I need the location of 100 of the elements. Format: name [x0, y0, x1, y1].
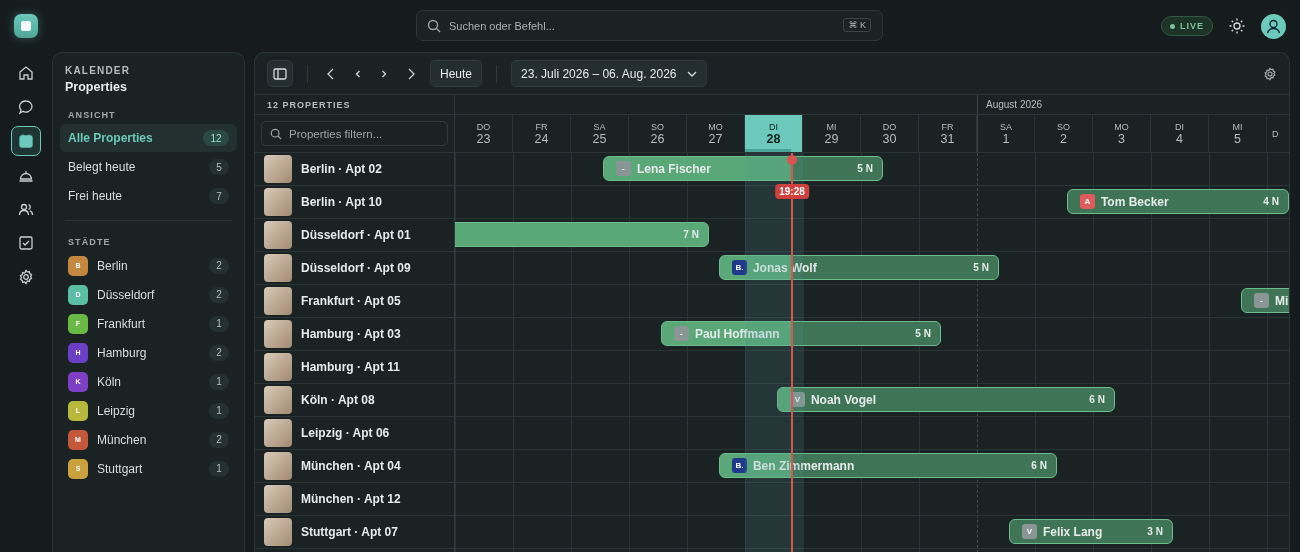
count-badge: 1 [209, 373, 229, 390]
photo-placeholder [264, 452, 292, 480]
day-header[interactable]: SO 26 [629, 115, 687, 152]
view-filter-item[interactable]: Frei heute 7 [60, 182, 237, 210]
property-name: Berlin · Apt 10 [301, 195, 382, 209]
photo-placeholder [264, 287, 292, 315]
chat-icon [18, 99, 34, 115]
day-header[interactable]: SO 2 [1035, 115, 1093, 152]
photo-placeholder [264, 188, 292, 216]
day-header[interactable]: DI 4 [1151, 115, 1209, 152]
next-week-icon[interactable] [406, 67, 416, 80]
day-header[interactable]: DO 30 [861, 115, 919, 152]
nights-count: 5 N [915, 328, 931, 339]
channel-badge: A [1079, 194, 1095, 209]
date-range-dropdown[interactable]: 23. Juli 2026 – 06. Aug. 2026 [511, 60, 707, 87]
guest-name: Noah Vogel [810, 392, 876, 407]
today-button[interactable]: Heute [430, 60, 483, 87]
booking-bar[interactable]: - Paul Hoffmann 5 N [660, 321, 941, 346]
property-row[interactable]: Düsseldorf · Apt 09 [255, 252, 454, 285]
property-row[interactable]: München · Apt 04 [255, 450, 454, 483]
search-icon [427, 19, 441, 33]
city-name: Hamburg [97, 345, 148, 360]
property-row[interactable]: Hamburg · Apt 11 [255, 351, 454, 384]
photo-placeholder [264, 518, 292, 546]
day-header[interactable]: MO 3 [1093, 115, 1151, 152]
photo-placeholder [264, 485, 292, 513]
nights-count: 5 N [973, 262, 989, 273]
property-row[interactable]: München · Apt 12 [255, 483, 454, 516]
day-header[interactable]: FR 24 [513, 115, 571, 152]
property-name: München · Apt 12 [301, 492, 401, 506]
property-row[interactable]: Hamburg · Apt 03 [255, 318, 454, 351]
booking-bar[interactable]: V Felix Lang 3 N [1008, 519, 1173, 544]
city-name: Köln [97, 374, 123, 389]
booking-bar[interactable]: V Noah Vogel 6 N [776, 387, 1115, 412]
previous-week-icon[interactable] [326, 67, 336, 80]
view-label: Alle Properties [68, 131, 153, 145]
view-label: Belegt heute [68, 160, 136, 174]
nav-item[interactable] [11, 126, 41, 156]
view-filter-item[interactable]: Alle Properties 12 [60, 124, 237, 152]
next-day-icon[interactable] [380, 68, 388, 79]
count-badge: 1 [209, 460, 229, 477]
property-name: München · Apt 04 [301, 459, 401, 473]
day-header[interactable]: D [1267, 115, 1287, 152]
view-filter-item[interactable]: Belegt heute 5 [60, 153, 237, 181]
property-filter-field[interactable]: Properties filtern... [261, 121, 448, 146]
month-label: August 2026 [985, 99, 1043, 110]
nights-count: 4 N [1263, 196, 1279, 207]
day-header[interactable]: DI 28 [745, 115, 803, 152]
property-name: Hamburg · Apt 03 [301, 327, 401, 341]
property-row[interactable]: Stuttgart · Apt 07 [255, 516, 454, 549]
property-row[interactable]: Köln · Apt 08 [255, 384, 454, 417]
guest-name: Lena Fischer [636, 161, 711, 176]
booking-bar[interactable]: - Mi [1240, 288, 1289, 313]
home-icon [18, 65, 34, 81]
guest-name: Tom Becker [1100, 194, 1169, 209]
city-name: München [97, 432, 148, 447]
channel-badge: - [1253, 293, 1269, 308]
photo-placeholder [264, 155, 292, 183]
section-heading: ANSICHT [67, 110, 117, 120]
day-header[interactable]: SA 1 [977, 115, 1035, 152]
count-badge: 5 [209, 159, 229, 175]
city-name: Leipzig [97, 403, 137, 418]
day-header[interactable]: DO 23 [455, 115, 513, 152]
property-name: Berlin · Apt 02 [301, 162, 382, 176]
property-row[interactable]: Berlin · Apt 10 [255, 186, 454, 219]
count-badge: 2 [209, 344, 229, 361]
settings-icon[interactable] [1263, 66, 1277, 81]
property-row[interactable]: Düsseldorf · Apt 01 [255, 219, 454, 252]
sidebar-toggle-button[interactable] [267, 60, 293, 87]
checkbox-icon [18, 235, 34, 251]
channel-badge: B. [731, 458, 747, 473]
users-icon [18, 201, 34, 217]
property-name: Düsseldorf · Apt 01 [301, 228, 411, 242]
avatar-icon[interactable] [1261, 13, 1286, 39]
booking-bar[interactable]: - Lena Fischer 5 N [602, 156, 883, 181]
settings-icon [18, 269, 34, 285]
property-name: Frankfurt · Apt 05 [301, 294, 401, 308]
property-name: Leipzig · Apt 06 [301, 426, 390, 440]
nights-count: 3 N [1147, 526, 1163, 537]
app-logo[interactable] [14, 14, 38, 38]
property-name: Köln · Apt 08 [301, 393, 375, 407]
sun-icon[interactable] [1229, 18, 1245, 34]
channel-badge: - [615, 161, 631, 176]
day-header[interactable]: SA 25 [571, 115, 629, 152]
channel-badge: B. [731, 260, 747, 275]
property-row[interactable]: Leipzig · Apt 06 [255, 417, 454, 450]
day-header[interactable]: MI 5 [1209, 115, 1267, 152]
nights-count: 6 N [1089, 394, 1105, 405]
booking-bar[interactable]: A Tom Becker 4 N [1066, 189, 1289, 214]
view-label: Frei heute [68, 189, 123, 203]
section-eyebrow: KALENDER [64, 65, 132, 76]
photo-placeholder [264, 386, 292, 414]
photo-placeholder [264, 419, 292, 447]
property-row[interactable]: Berlin · Apt 02 [255, 153, 454, 186]
day-header[interactable]: MI 29 [803, 115, 861, 152]
city-name: Frankfurt [97, 316, 146, 331]
property-name: Hamburg · Apt 11 [301, 360, 400, 374]
day-header[interactable]: FR 31 [919, 115, 977, 152]
previous-day-icon[interactable] [354, 68, 362, 79]
property-row[interactable]: Frankfurt · Apt 05 [255, 285, 454, 318]
